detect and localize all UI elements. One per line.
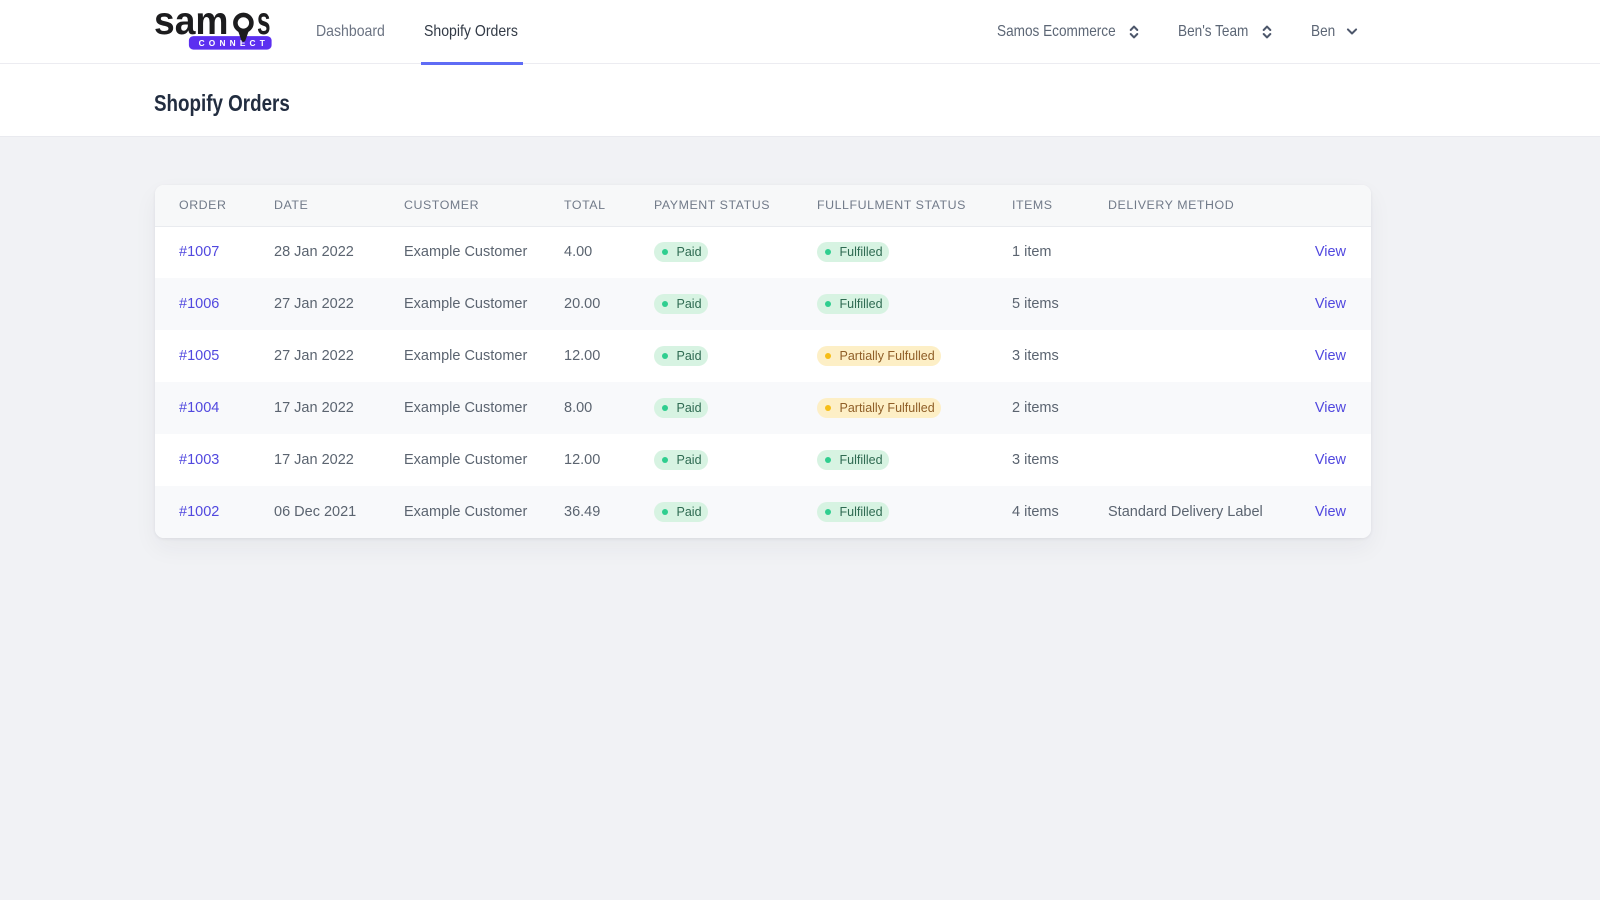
svg-text:CONNECT: CONNECT xyxy=(199,38,269,48)
